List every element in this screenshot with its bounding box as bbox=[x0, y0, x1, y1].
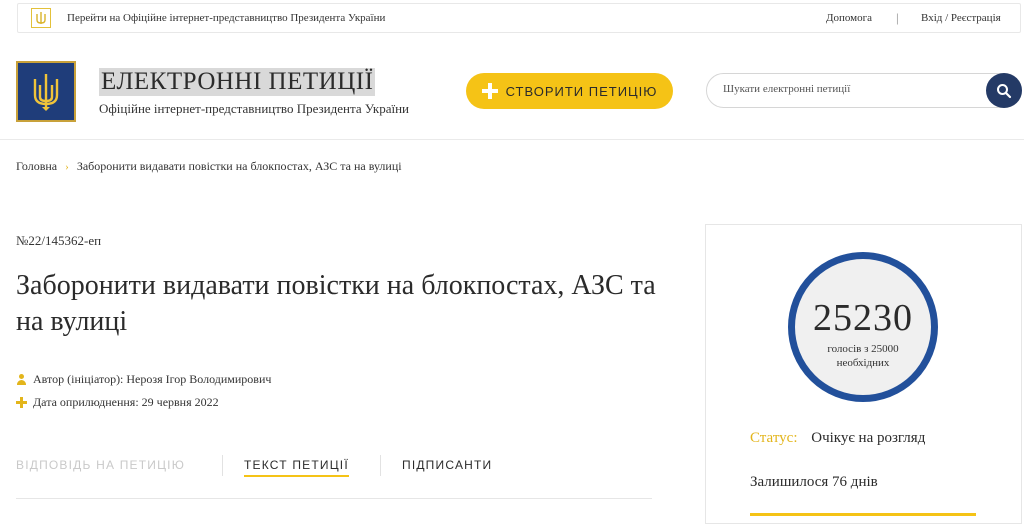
user-icon bbox=[16, 374, 27, 385]
search-box bbox=[706, 73, 1022, 108]
chevron-right-icon: › bbox=[65, 160, 69, 173]
search-button[interactable] bbox=[986, 73, 1022, 108]
date-text: Дата оприлюднення: 29 червня 2022 bbox=[33, 395, 219, 409]
top-bar: Перейти на Офіційне інтернет-представниц… bbox=[17, 3, 1021, 33]
status-value: Очікує на розгляд bbox=[811, 430, 926, 446]
help-link[interactable]: Допомога bbox=[826, 12, 872, 24]
plus-icon bbox=[16, 397, 27, 408]
create-petition-button[interactable]: СТВОРИТИ ПЕТИЦІЮ bbox=[466, 73, 673, 109]
petition-date: Дата оприлюднення: 29 червня 2022 bbox=[16, 395, 219, 410]
tab-text[interactable]: ТЕКСТ ПЕТИЦІЇ bbox=[244, 458, 349, 477]
petition-number: №22/145362-еп bbox=[16, 233, 102, 248]
trident-icon[interactable] bbox=[31, 8, 51, 28]
votes-required: голосів з 25000 необхідних bbox=[827, 343, 899, 369]
votes-circle: 25230 голосів з 25000 необхідних bbox=[788, 252, 938, 402]
days-left: Залишилося 76 днів bbox=[750, 474, 878, 490]
tab-answer[interactable]: ВІДПОВІДЬ НА ПЕТИЦІЮ bbox=[16, 458, 185, 472]
search-input[interactable] bbox=[721, 82, 985, 96]
breadcrumb: Головна › Заборонити видавати повістки н… bbox=[16, 159, 402, 174]
plus-icon bbox=[481, 83, 498, 99]
tab-signers[interactable]: ПІДПИСАНТИ bbox=[402, 458, 492, 472]
votes-count: 25230 bbox=[813, 297, 913, 339]
tab-divider bbox=[222, 455, 223, 476]
status-label: Статус: bbox=[750, 430, 798, 446]
breadcrumb-current: Заборонити видавати повістки на блокпост… bbox=[76, 159, 402, 173]
president-site-link[interactable]: Перейти на Офіційне інтернет-представниц… bbox=[67, 12, 385, 24]
petition-title: Заборонити видавати повістки на блокпост… bbox=[16, 270, 656, 337]
site-title[interactable]: ЕЛЕКТРОННІ ПЕТИЦІЇ bbox=[99, 68, 376, 96]
login-register-link[interactable]: Вхід / Реєстрація bbox=[921, 12, 1001, 24]
site-subtitle: Офіційне інтернет-представництво Президе… bbox=[99, 101, 410, 116]
tab-divider bbox=[380, 455, 381, 476]
breadcrumb-home[interactable]: Головна bbox=[16, 159, 57, 174]
coat-of-arms-icon[interactable] bbox=[16, 61, 76, 122]
petition-stats-panel: 25230 голосів з 25000 необхідних Статус:… bbox=[705, 224, 1022, 524]
author-text: Автор (ініціатор): Нерозя Ігор Володимир… bbox=[33, 372, 272, 386]
magnifier-icon bbox=[997, 83, 1012, 98]
header-divider bbox=[0, 139, 1024, 140]
tabs-divider bbox=[16, 498, 652, 499]
create-petition-label: СТВОРИТИ ПЕТИЦІЮ bbox=[505, 83, 658, 99]
petition-status: Статус: Очікує на розгляд bbox=[750, 430, 925, 447]
topbar-separator: | bbox=[896, 10, 899, 25]
petition-author: Автор (ініціатор): Нерозя Ігор Володимир… bbox=[16, 372, 271, 387]
